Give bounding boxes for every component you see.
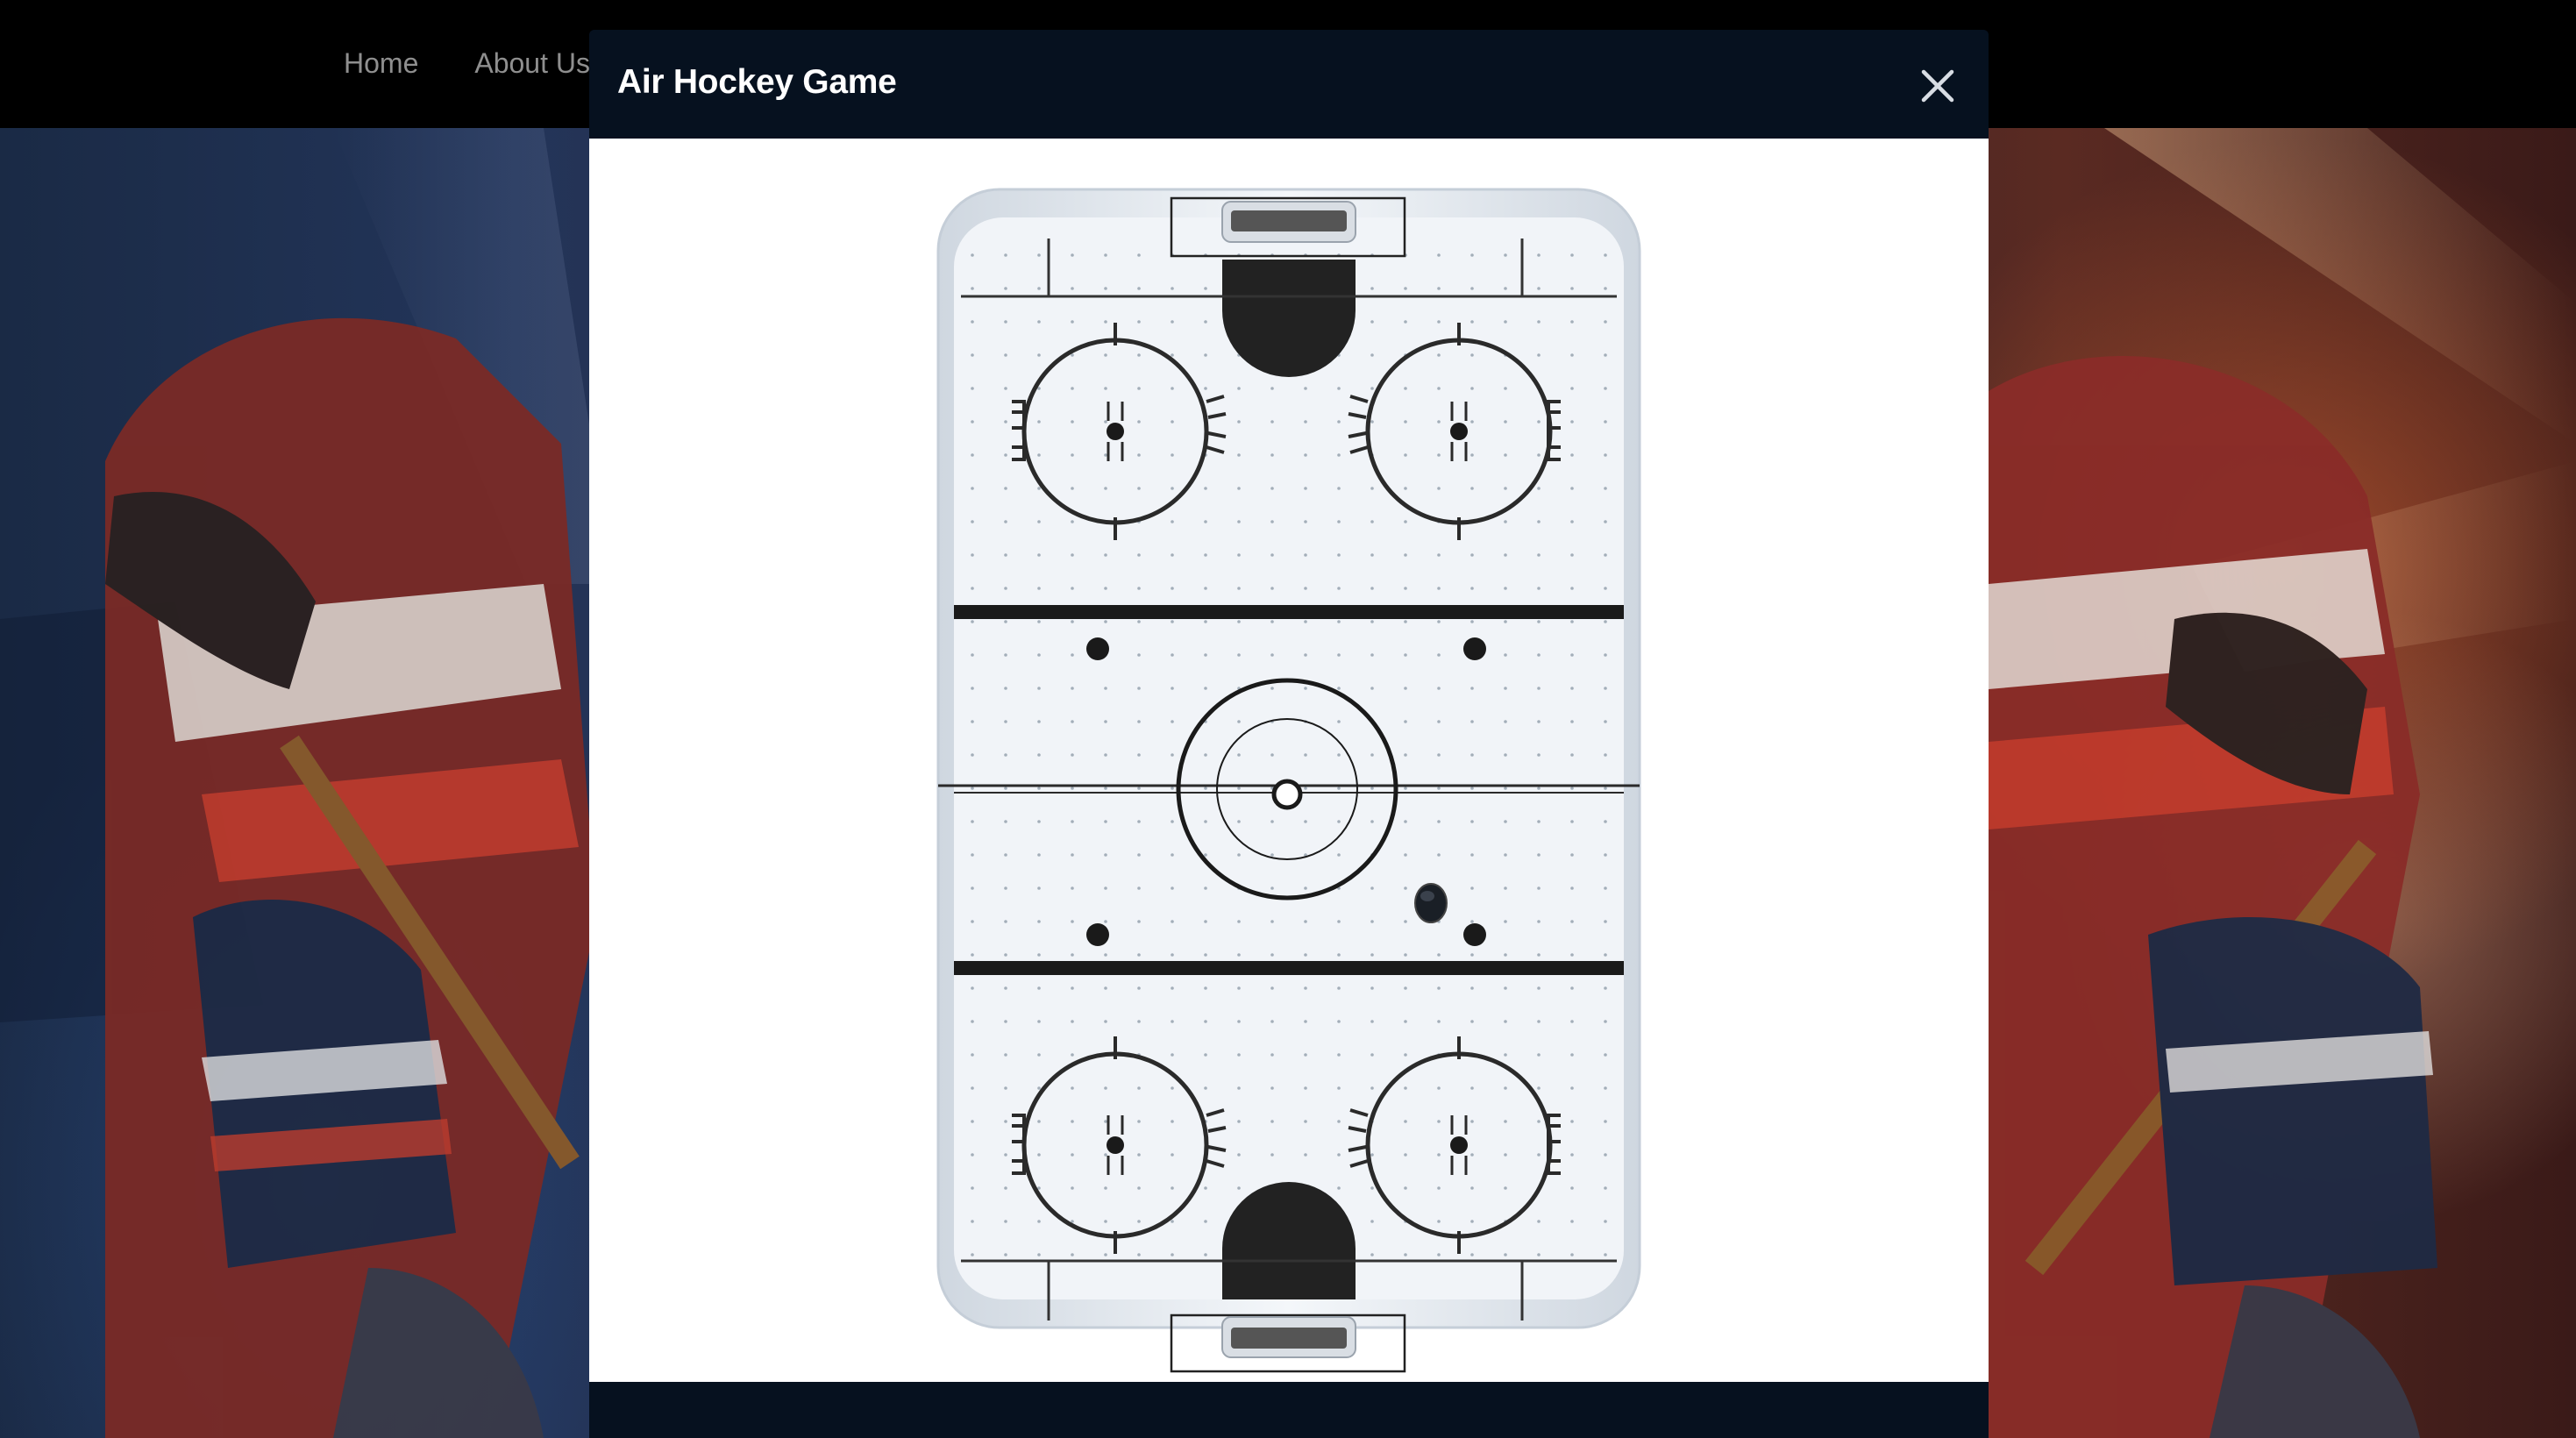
- top-blue-line: [954, 605, 1624, 619]
- modal-title: Air Hockey Game: [617, 63, 897, 101]
- faceoff-dot: [1463, 637, 1486, 660]
- modal-header: Air Hockey Game: [589, 30, 1989, 139]
- close-icon: [1921, 69, 1954, 103]
- modal-footer: [589, 1382, 1989, 1438]
- left-hockey-player: [105, 317, 596, 1438]
- faceoff-dot: [1086, 637, 1109, 660]
- right-hockey-player: [1989, 356, 2437, 1438]
- puck: [1414, 883, 1448, 923]
- faceoff-dot: [1463, 923, 1486, 946]
- air-holes: [966, 244, 1612, 1278]
- modal-body: [589, 139, 1989, 1382]
- close-button[interactable]: [1915, 63, 1960, 109]
- air-hockey-modal: Air Hockey Game: [589, 30, 1989, 1438]
- game-canvas[interactable]: [589, 139, 1989, 1382]
- bottom-blue-line: [954, 961, 1624, 975]
- nav-home-link[interactable]: Home: [344, 47, 418, 80]
- nav-links: Home About Us: [344, 47, 590, 80]
- faceoff-dot: [1086, 923, 1109, 946]
- center-dot: [1271, 779, 1303, 810]
- nav-about-link[interactable]: About Us: [474, 47, 590, 80]
